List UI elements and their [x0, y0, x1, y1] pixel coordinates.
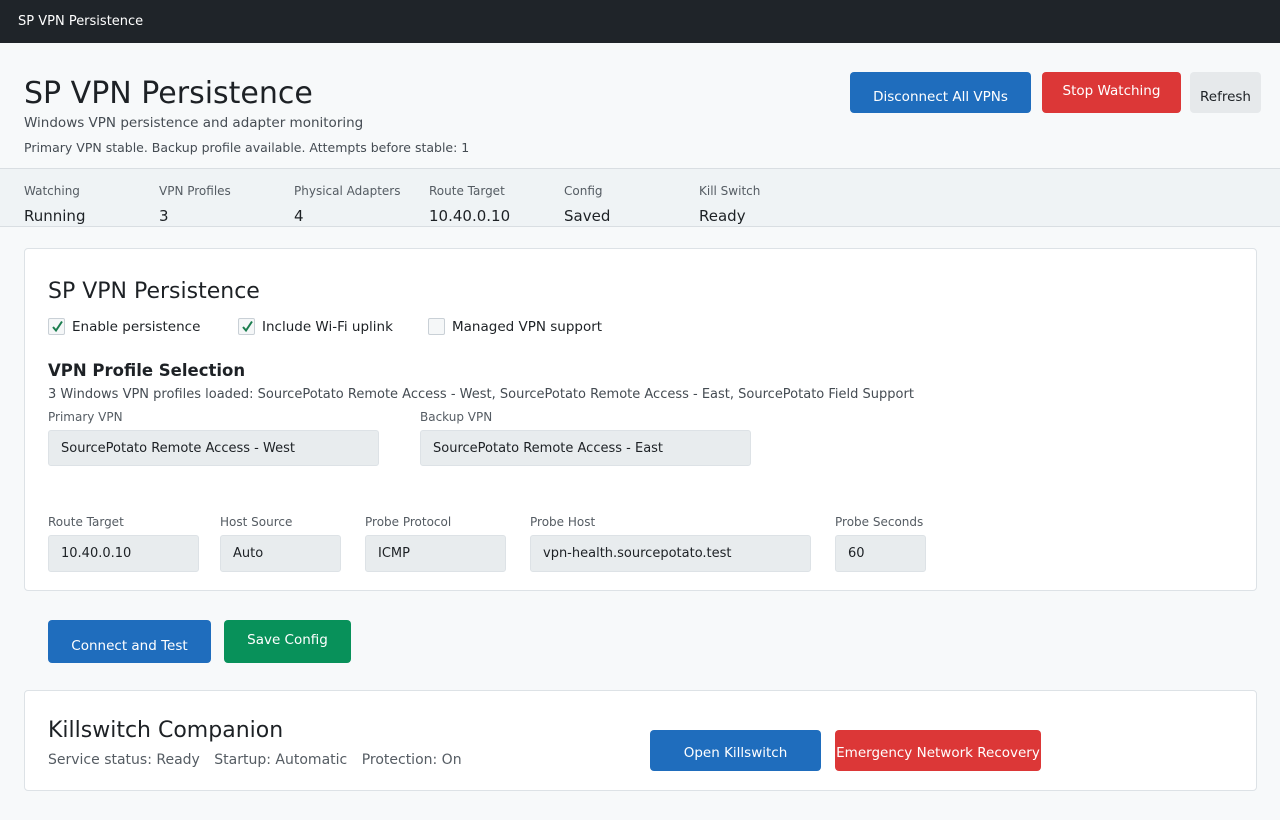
primary-vpn-select[interactable]: SourcePotato Remote Access - West: [48, 430, 379, 466]
stat-label: Config: [564, 184, 603, 198]
checkbox-label: Include Wi-Fi uplink: [262, 318, 393, 335]
checkbox-box[interactable]: [48, 318, 65, 335]
probe-protocol-label: Probe Protocol: [365, 515, 452, 529]
stat-value: Running: [24, 207, 86, 225]
killswitch-companion-card: Killswitch Companion Service status: Rea…: [24, 690, 1257, 791]
stat-value: 10.40.0.10: [429, 207, 511, 225]
probe-host-label: Probe Host: [530, 515, 596, 529]
refresh-button[interactable]: Refresh: [1190, 72, 1261, 113]
stat-value: 4: [294, 207, 304, 225]
service-status-text: Service status: Ready: [48, 752, 200, 768]
stat-value: 3: [159, 207, 169, 225]
checkbox-label: Managed VPN support: [452, 318, 603, 335]
stat-label: Watching: [24, 184, 80, 198]
checkmark-icon: [242, 320, 253, 333]
stat-value: Saved: [564, 207, 611, 225]
stop-watching-button[interactable]: Stop Watching: [1042, 72, 1181, 113]
probe-seconds-label: Probe Seconds: [835, 515, 924, 529]
disconnect-all-vpns-button[interactable]: Disconnect All VPNs: [850, 72, 1031, 113]
host-source-select[interactable]: Auto: [220, 535, 341, 572]
page-subtitle: Windows VPN persistence and adapter moni…: [24, 115, 364, 131]
managed-vpn-support-checkbox[interactable]: Managed VPN support: [428, 318, 602, 335]
vpn-profile-selection-heading: VPN Profile Selection: [48, 361, 246, 380]
connect-and-test-button[interactable]: Connect and Test: [48, 620, 211, 663]
window-titlebar: SP VPN Persistence: [0, 0, 1280, 43]
stat-label: VPN Profiles: [159, 184, 231, 198]
status-summary-strip: Watching Running VPN Profiles 3 Physical…: [0, 168, 1280, 227]
protection-text: Protection: On: [361, 752, 462, 768]
killswitch-status-line: Service status: Ready Startup: Automatic…: [48, 752, 472, 768]
host-source-label: Host Source: [220, 515, 293, 529]
route-target-label: Route Target: [48, 515, 124, 529]
settings-card: SP VPN Persistence Enable persistence In…: [24, 248, 1257, 591]
probe-host-input[interactable]: vpn-health.sourcepotato.test: [530, 535, 811, 572]
stat-value: Ready: [699, 207, 746, 225]
stat-label: Route Target: [429, 184, 505, 198]
killswitch-companion-title: Killswitch Companion: [48, 718, 284, 743]
backup-vpn-label: Backup VPN: [420, 410, 493, 424]
checkbox-label: Enable persistence: [72, 318, 201, 335]
save-config-button[interactable]: Save Config: [224, 620, 351, 663]
primary-vpn-label: Primary VPN: [48, 410, 123, 424]
stat-label: Kill Switch: [699, 184, 761, 198]
stat-label: Physical Adapters: [294, 184, 401, 198]
checkbox-box[interactable]: [428, 318, 445, 335]
checkmark-icon: [52, 320, 63, 333]
backup-vpn-select[interactable]: SourcePotato Remote Access - East: [420, 430, 751, 466]
probe-seconds-input[interactable]: 60: [835, 535, 926, 572]
open-killswitch-button[interactable]: Open Killswitch: [650, 730, 821, 771]
status-message: Primary VPN stable. Backup profile avail…: [24, 140, 470, 155]
include-wifi-uplink-checkbox[interactable]: Include Wi-Fi uplink: [238, 318, 393, 335]
startup-text: Startup: Automatic: [214, 752, 348, 768]
page-title: SP VPN Persistence: [24, 76, 313, 111]
probe-protocol-select[interactable]: ICMP: [365, 535, 506, 572]
checkbox-box[interactable]: [238, 318, 255, 335]
window-title: SP VPN Persistence: [18, 14, 144, 29]
profiles-loaded-text: 3 Windows VPN profiles loaded: SourcePot…: [48, 387, 914, 402]
settings-card-title: SP VPN Persistence: [48, 279, 260, 304]
route-target-input[interactable]: 10.40.0.10: [48, 535, 199, 572]
emergency-network-recovery-button[interactable]: Emergency Network Recovery: [835, 730, 1041, 771]
enable-persistence-checkbox[interactable]: Enable persistence: [48, 318, 200, 335]
